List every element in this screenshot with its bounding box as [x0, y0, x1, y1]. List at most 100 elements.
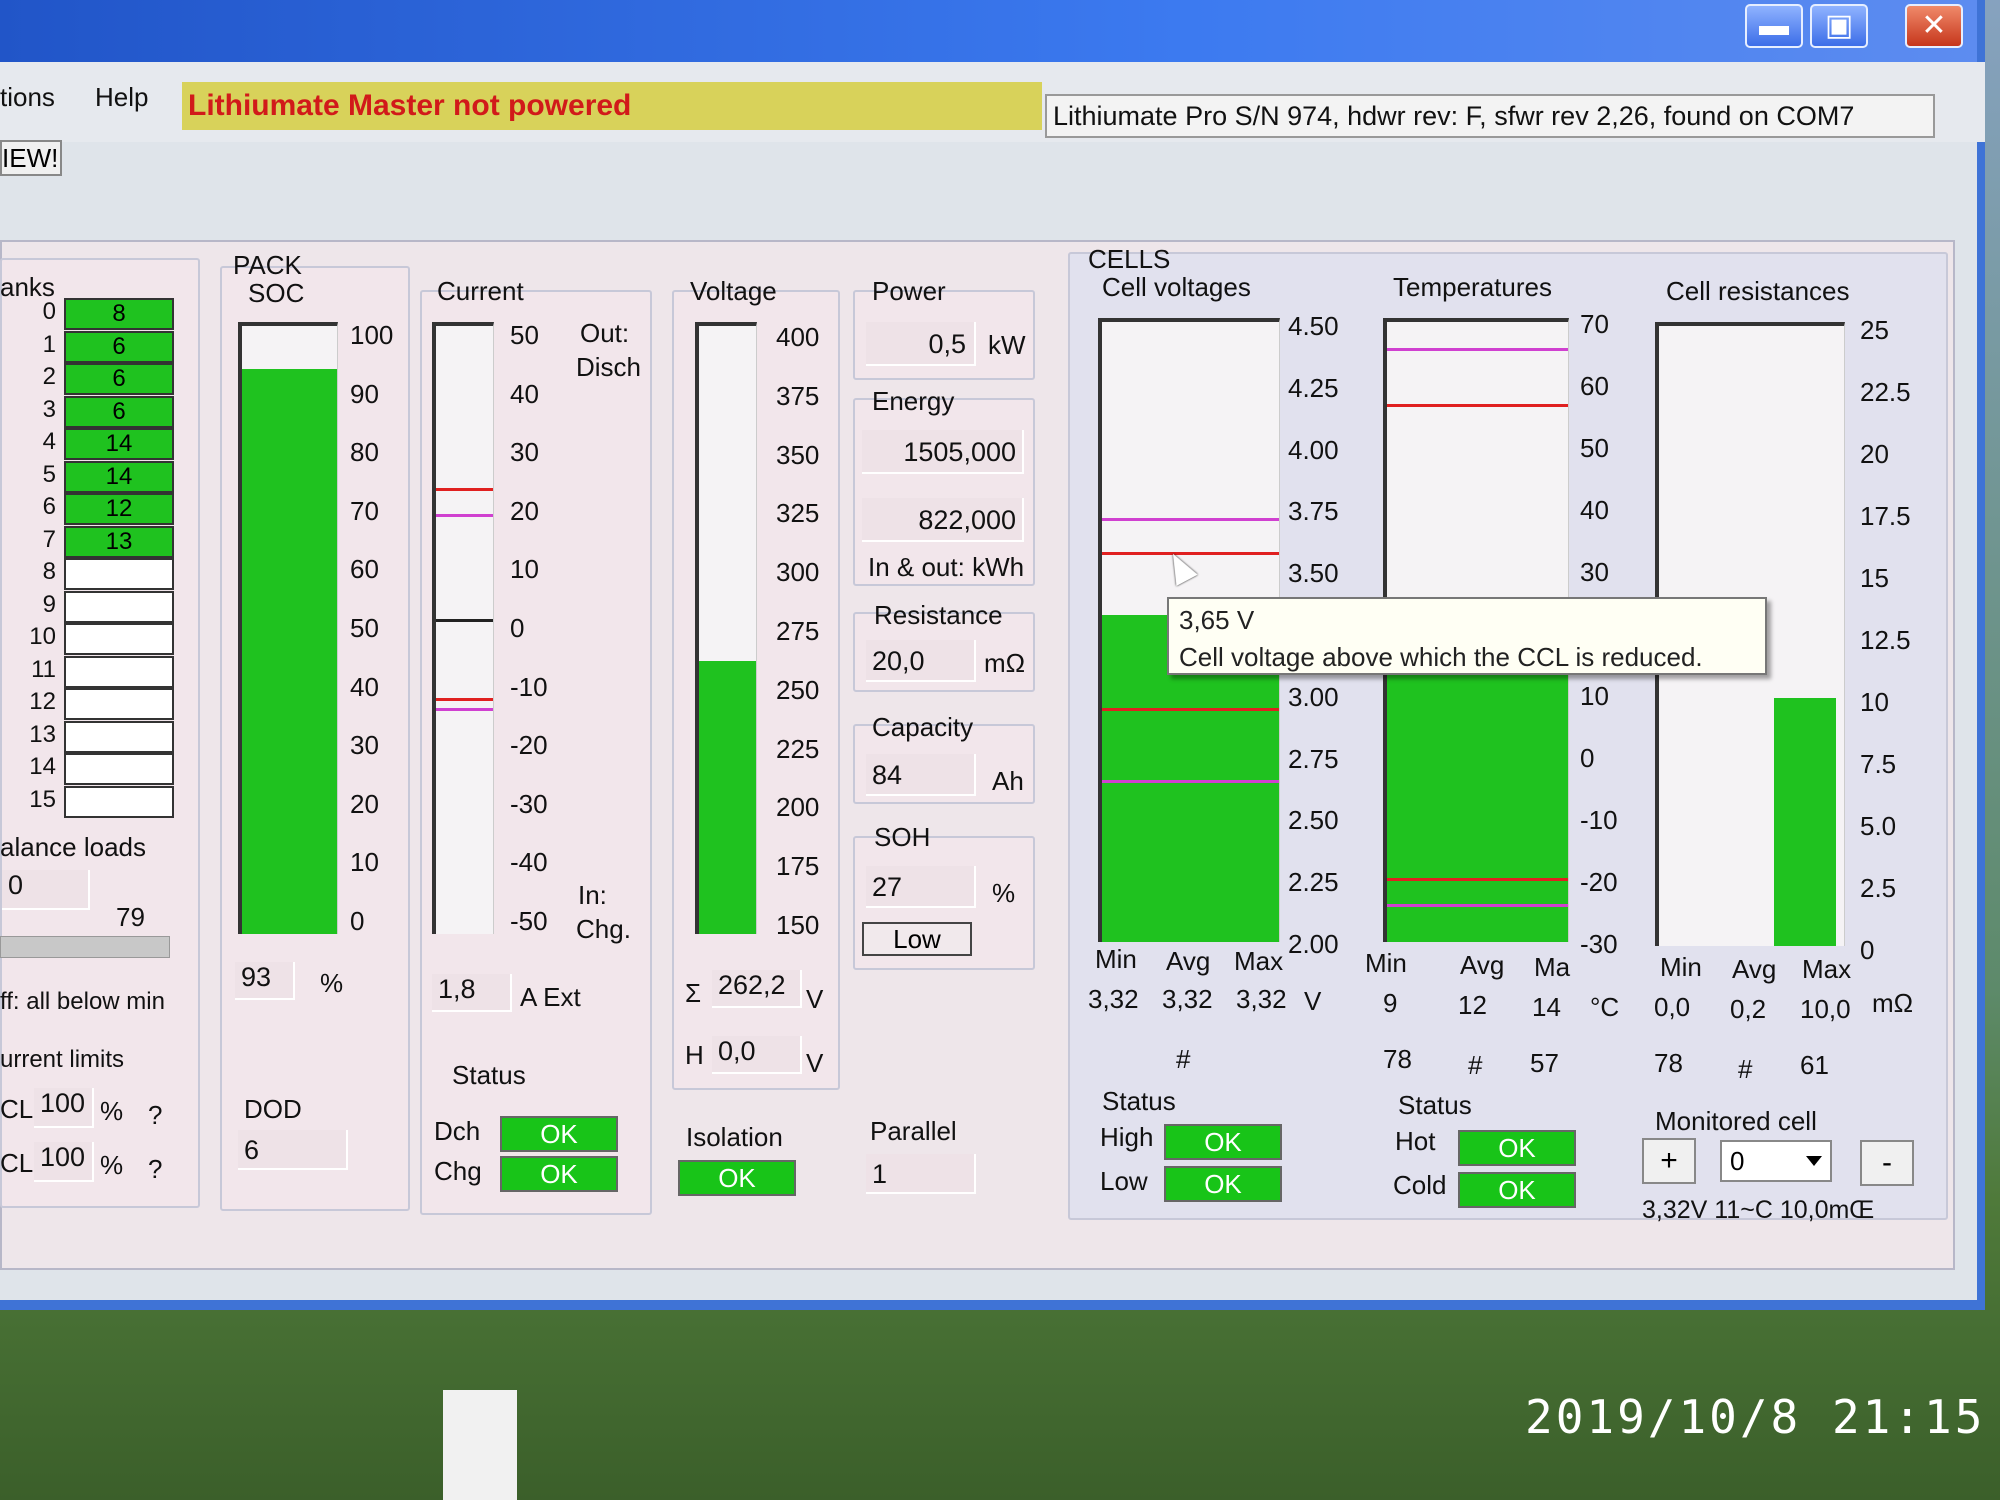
axis-tick-label: 325 [776, 498, 820, 529]
low-status-badge: OK [1164, 1166, 1282, 1202]
r-min-value: 0,0 [1654, 992, 1691, 1022]
axis-tick-label: -50 [510, 906, 548, 936]
bank-cell [64, 785, 174, 818]
r-max-label: Max [1802, 954, 1852, 984]
axis-tick-label: 10 [510, 554, 539, 585]
voltage-h-value: 0,0 [712, 1036, 802, 1074]
axis-tick-label: 4.25 [1288, 372, 1339, 403]
dcl-help[interactable]: ? [148, 1100, 162, 1131]
axis-tick-label: 30 [510, 437, 539, 468]
high-status-badge: OK [1164, 1124, 1282, 1160]
resistance-unit: mΩ [984, 648, 1026, 678]
bank-cell: 14 [64, 428, 174, 460]
bank-cell [64, 558, 174, 590]
capacity-label: Capacity [872, 712, 974, 742]
axis-tick-label: 225 [776, 733, 820, 764]
cold-label: Cold [1393, 1170, 1447, 1200]
axis-tick-label: -20 [1580, 867, 1618, 897]
axis-tick-label: 10 [1860, 687, 1889, 717]
voltage-sum-unit: V [806, 984, 824, 1014]
dcl-field[interactable]: 100 [34, 1088, 94, 1128]
bank-row: 11 [0, 655, 175, 688]
bank-cell [64, 623, 174, 655]
r-num-min: 78 [1654, 1048, 1683, 1078]
monitored-minus-button[interactable]: - [1860, 1140, 1914, 1186]
axis-tick-label: 200 [776, 792, 820, 823]
axis-tick-label: 12.5 [1860, 625, 1911, 655]
minimize-button[interactable]: ▬ [1745, 4, 1803, 48]
energy-in-value: 1505,000 [862, 430, 1024, 474]
new-tab[interactable]: IEW! [0, 140, 62, 176]
cv-avg-label: Avg [1166, 946, 1211, 976]
soc-unit: % [320, 968, 344, 998]
t-limit-red-low [1387, 878, 1568, 881]
ccl-field[interactable]: 100 [34, 1142, 94, 1182]
bank-index: 14 [29, 753, 56, 780]
current-status-label: Status [452, 1060, 526, 1090]
t-max-value: 14 [1532, 992, 1561, 1022]
axis-tick-label: 375 [776, 380, 820, 411]
monitored-plus-button[interactable]: + [1642, 1138, 1696, 1184]
cell-resistance-fill [1774, 698, 1836, 946]
balance-max-value: 79 [116, 902, 145, 932]
bank-index: 11 [31, 655, 56, 683]
axis-tick-label: 100 [350, 320, 394, 350]
axis-tick-label: 50 [350, 613, 379, 643]
dcl-label: CL [0, 1094, 34, 1124]
voltage-sum-value: 262,2 [712, 970, 802, 1008]
current-title: Current [437, 276, 524, 306]
axis-tick-label: 70 [350, 495, 379, 526]
cv-limit-red-low [1102, 708, 1279, 711]
bank-row: 7 13 [0, 525, 175, 558]
device-info-field: Lithiumate Pro S/N 974, hdwr rev: F, sfw… [1045, 94, 1935, 138]
bank-index: 10 [29, 623, 56, 650]
power-title: Power [872, 276, 946, 306]
hot-status-badge: OK [1458, 1130, 1576, 1166]
cells-title: CELLS [1088, 244, 1171, 274]
soh-unit: % [992, 878, 1016, 908]
bank-cell: 8 [64, 298, 174, 330]
cv-unit: V [1304, 986, 1322, 1016]
resistance-label: Resistance [874, 600, 1003, 630]
bank-index: 8 [42, 558, 56, 585]
axis-tick-label: 3.75 [1288, 496, 1339, 527]
soh-label: SOH [874, 822, 931, 852]
axis-tick-label: 60 [350, 554, 379, 585]
bank-row: 15 [0, 785, 175, 818]
axis-tick-label: -30 [510, 788, 548, 819]
menu-help[interactable]: Help [95, 82, 148, 113]
bank-row: 5 14 [0, 460, 175, 493]
cv-limit-magenta [1102, 518, 1279, 521]
maximize-button[interactable]: ▣ [1810, 4, 1868, 48]
close-button[interactable]: ✕ [1905, 4, 1963, 48]
axis-tick-label: 0 [1580, 743, 1595, 773]
bank-row: 08 [0, 298, 175, 330]
bank-cell: 6 [64, 330, 174, 363]
axis-tick-label: 30 [350, 730, 379, 761]
chg-status-badge: OK [500, 1156, 618, 1192]
t-avg-value: 12 [1458, 990, 1487, 1020]
axis-tick-label: 275 [776, 616, 820, 646]
axis-tick-label: -20 [510, 730, 548, 761]
chg-label: Chg. [576, 914, 631, 944]
axis-tick-label: 3.50 [1288, 558, 1339, 589]
menu-options[interactable]: tions [0, 82, 55, 113]
bank-row: 4 14 [0, 428, 175, 460]
t-status-label: Status [1398, 1090, 1472, 1120]
r-hash: # [1738, 1054, 1753, 1084]
monitored-readout: 3,32V 11~C 10,0mŒ [1642, 1196, 1875, 1224]
bank-index: 2 [42, 363, 56, 390]
balance-off-label: ff: all below min [0, 988, 165, 1015]
axis-tick-label: 10 [350, 847, 379, 878]
tooltip: 3,65 V Cell voltage above which the CCL … [1167, 597, 1767, 675]
axis-tick-label: 350 [776, 439, 820, 470]
balance-loads-field[interactable]: 0 [2, 870, 90, 910]
balance-slider[interactable] [0, 936, 170, 958]
soc-value: 93 [235, 962, 295, 1000]
tooltip-text: Cell voltage above which the CCL is redu… [1179, 642, 1703, 672]
cv-hash: # [1176, 1044, 1191, 1074]
ccl-help[interactable]: ? [148, 1154, 162, 1185]
axis-tick-label: 4.50 [1288, 311, 1339, 341]
ccl-label: CL [0, 1148, 34, 1178]
monitored-cell-select[interactable]: 0 [1720, 1140, 1832, 1182]
